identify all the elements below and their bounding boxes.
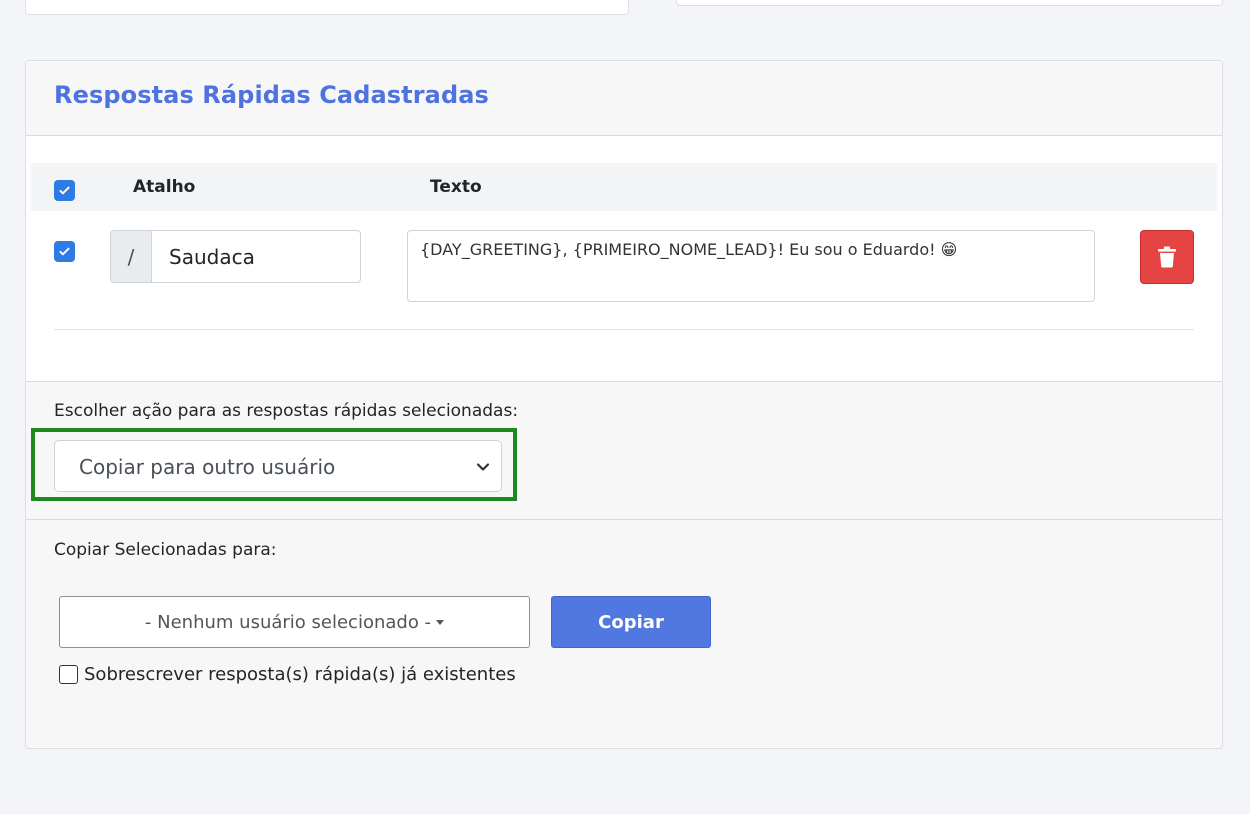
card-header: Respostas Rápidas Cadastradas xyxy=(26,61,1222,136)
shortcut-prefix: / xyxy=(111,231,152,282)
user-select[interactable]: - Nenhum usuário selecionado - xyxy=(59,596,530,648)
quick-replies-table: Atalho Texto / Saudaca {DAY_GREETING}, {… xyxy=(26,136,1222,382)
caret-down-icon xyxy=(436,619,445,625)
copy-label: Copiar Selecionadas para: xyxy=(54,540,277,560)
section-divider xyxy=(26,519,1222,520)
check-icon xyxy=(59,186,70,195)
check-icon xyxy=(59,247,70,256)
overwrite-label[interactable]: Sobrescrever resposta(s) rápida(s) já ex… xyxy=(84,664,516,685)
card-title: Respostas Rápidas Cadastradas xyxy=(54,81,489,109)
table-header: Atalho Texto xyxy=(31,163,1217,211)
column-header-shortcut: Atalho xyxy=(133,177,196,197)
select-all-checkbox[interactable] xyxy=(54,180,75,201)
previous-card-right xyxy=(676,0,1223,6)
trash-icon xyxy=(1158,246,1176,268)
user-select-placeholder: - Nenhum usuário selecionado - xyxy=(144,611,432,633)
action-select-value: Copiar para outro usuário xyxy=(79,455,336,479)
previous-card-left xyxy=(25,0,629,15)
chevron-down-icon xyxy=(476,463,490,471)
row-checkbox[interactable] xyxy=(54,241,75,262)
action-label: Escolher ação para as respostas rápidas … xyxy=(54,401,519,421)
column-header-text: Texto xyxy=(430,177,482,197)
overwrite-option: Sobrescrever resposta(s) rápida(s) já ex… xyxy=(59,664,516,685)
shortcut-input-group: / Saudaca xyxy=(110,230,361,283)
delete-button[interactable] xyxy=(1140,230,1194,284)
copy-button[interactable]: Copiar xyxy=(551,596,711,648)
quick-replies-card: Respostas Rápidas Cadastradas Atalho Tex… xyxy=(25,60,1223,749)
action-select[interactable]: Copiar para outro usuário xyxy=(54,440,502,492)
overwrite-checkbox[interactable] xyxy=(59,665,78,684)
reply-text-input[interactable]: {DAY_GREETING}, {PRIMEIRO_NOME_LEAD}! Eu… xyxy=(407,230,1095,302)
row-divider xyxy=(54,329,1194,330)
shortcut-input[interactable]: Saudaca xyxy=(169,245,255,269)
